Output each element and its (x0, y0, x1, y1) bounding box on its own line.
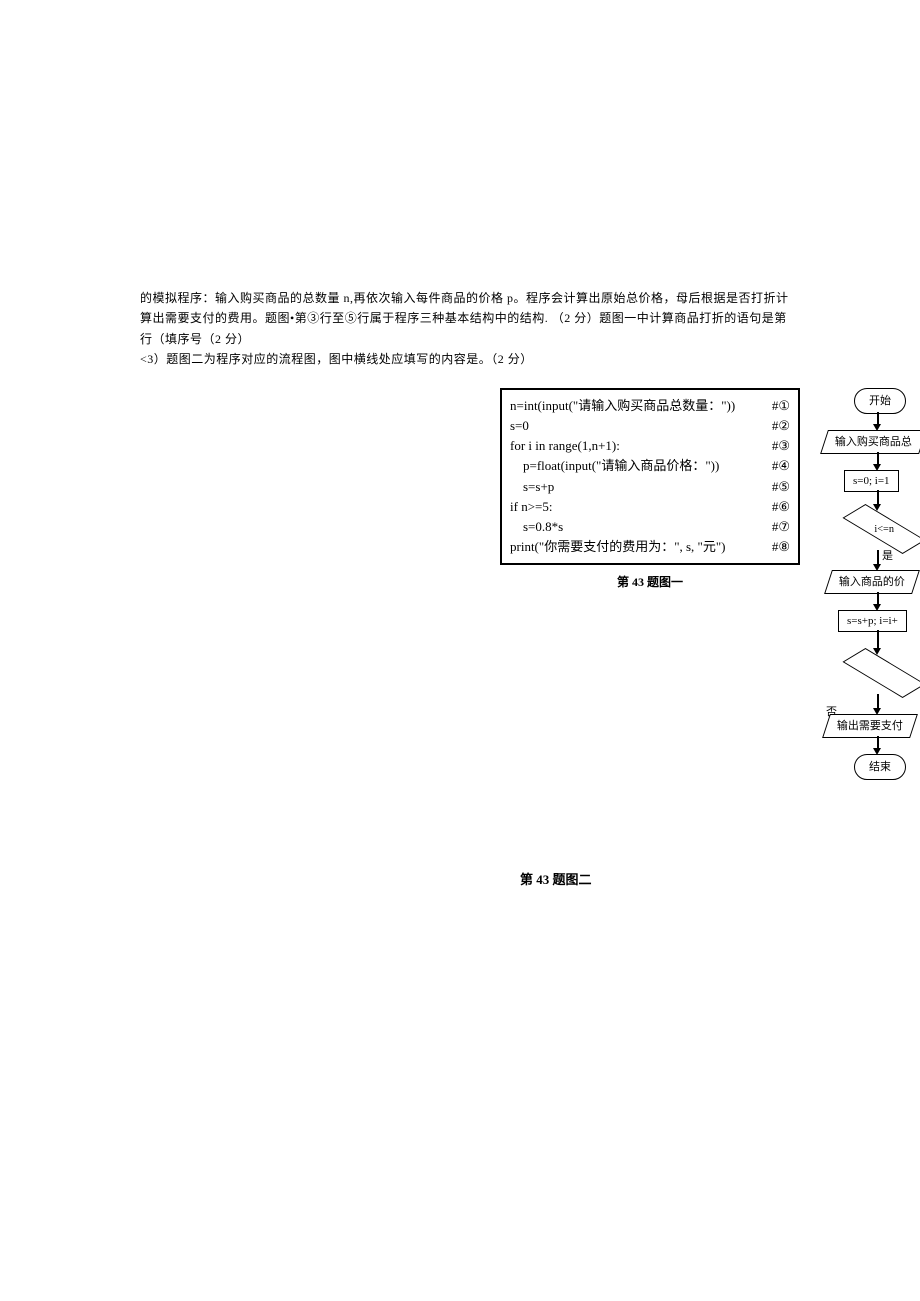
flow-yes-label: 是 (882, 548, 893, 565)
code-box: n=int(input("请输入购买商品总数量："))#① s=0#② for … (500, 388, 800, 565)
figure-1: n=int(input("请输入购买商品总数量："))#① s=0#② for … (500, 388, 800, 591)
code-line-8: print("你需要支付的费用为：", s, "元")#⑧ (510, 537, 790, 557)
flow-input-p: 输入商品的价 (824, 570, 920, 594)
code-line-2: s=0#② (510, 416, 790, 436)
code-line-7: s=0.8*s#⑦ (510, 517, 790, 537)
para-line-2: 算出需要支付的费用。题图•第③行至⑤行属于程序三种基本结构中的结构. （2 分）… (140, 308, 860, 328)
question-text: 的模拟程序：输入购买商品的总数量 n,再依次输入每件商品的价格 p。程序会计算出… (140, 288, 860, 370)
code-line-1: n=int(input("请输入购买商品总数量："))#① (510, 396, 790, 416)
code-line-6: if n>=5:#⑥ (510, 497, 790, 517)
figure-2-flowchart: 开始 输入购买商品总 s=0; i=1 i<=n 是 输入商品的价 s= (824, 388, 920, 848)
flow-decision-loop: i<=n (842, 504, 920, 554)
flow-step: s=s+p; i=i+ (838, 610, 907, 632)
code-line-4: p=float(input("请输入商品价格："))#④ (510, 456, 790, 476)
flow-start: 开始 (854, 388, 906, 414)
flow-input-n: 输入购买商品总 (820, 430, 920, 454)
flow-init: s=0; i=1 (844, 470, 899, 492)
para-line-1: 的模拟程序：输入购买商品的总数量 n,再依次输入每件商品的价格 p。程序会计算出… (140, 288, 860, 308)
code-line-5: s=s+p#⑤ (510, 477, 790, 497)
flow-decision-blank (842, 648, 920, 698)
figure-2-caption: 第 43 题图二 (520, 870, 592, 890)
para-line-3: 行（填序号（2 分） (140, 329, 860, 349)
code-line-3: for i in range(1,n+1):#③ (510, 436, 790, 456)
para-line-4: <3）题图二为程序对应的流程图，图中横线处应填写的内容是。（2 分） (140, 349, 860, 369)
flow-end: 结束 (854, 754, 906, 780)
figure-1-caption: 第 43 题图一 (500, 573, 800, 591)
flow-output: 输出需要支付 (822, 714, 918, 738)
